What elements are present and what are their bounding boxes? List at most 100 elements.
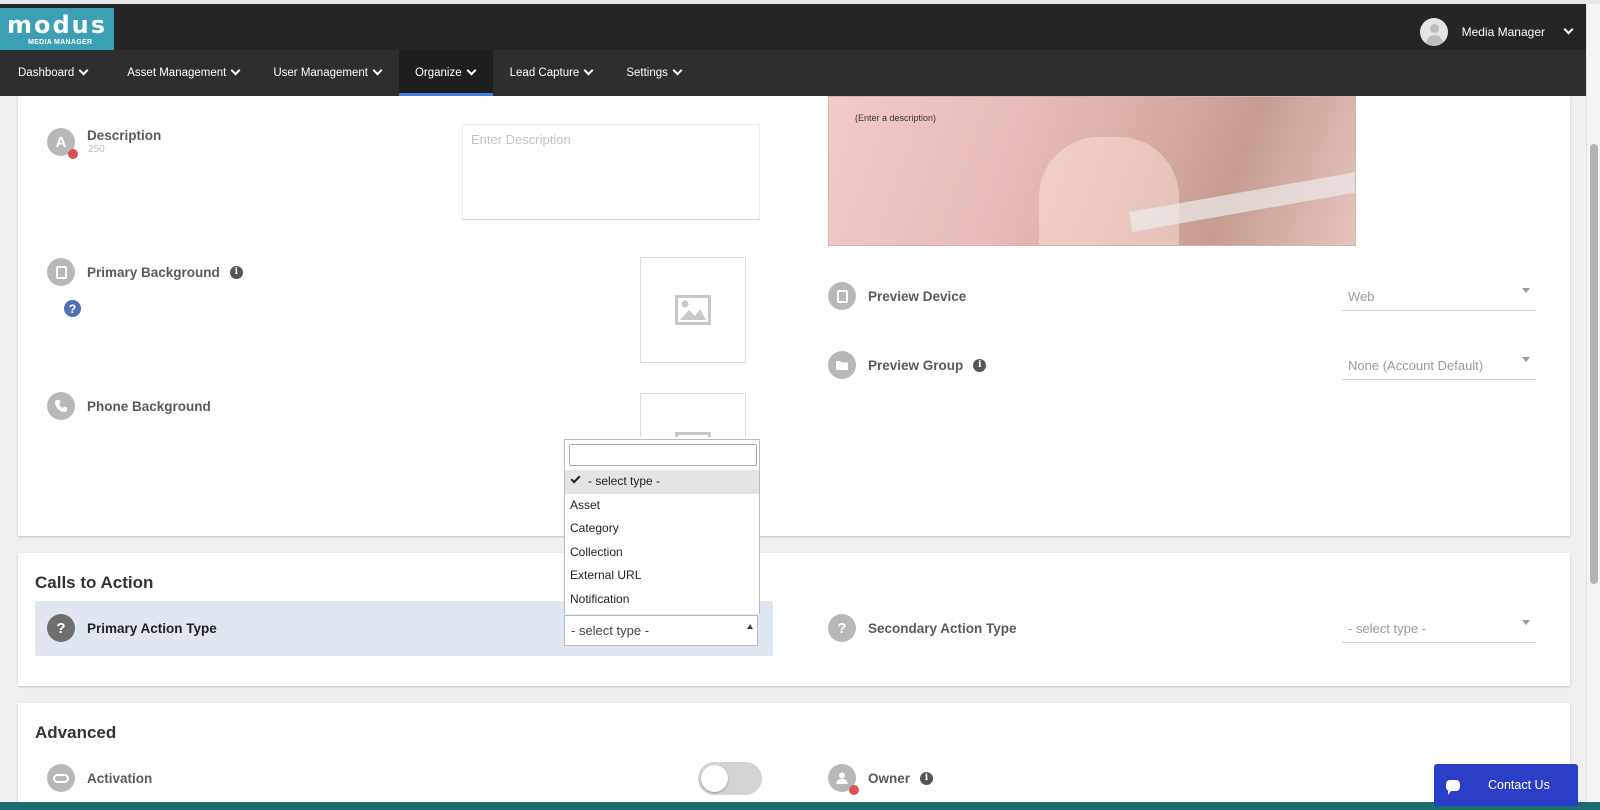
- nav-label: Organize: [414, 67, 462, 79]
- tablet-icon: [47, 258, 75, 286]
- info-icon[interactable]: i: [920, 771, 934, 785]
- phone-background-row: Phone Background: [47, 392, 211, 420]
- chevron-down-icon: [583, 65, 594, 75]
- preview-device-select[interactable]: Web: [1342, 283, 1536, 311]
- caret-up-icon: [747, 624, 753, 629]
- dropdown-option[interactable]: Collection: [565, 541, 759, 565]
- preview-group-label: Preview Group: [868, 357, 964, 373]
- option-label: - select type -: [588, 474, 661, 488]
- nav-dashboard[interactable]: Dashboard: [0, 50, 105, 96]
- phone-background-upload[interactable]: [640, 393, 746, 437]
- avatar-icon[interactable]: [1419, 18, 1448, 46]
- dropdown-option[interactable]: Category: [565, 517, 759, 541]
- phone-glyph: [55, 400, 67, 412]
- caret-down-icon: [1522, 357, 1530, 362]
- info-icon[interactable]: i: [229, 265, 243, 279]
- nav-organize[interactable]: Organize: [398, 50, 493, 96]
- chevron-down-icon: [372, 65, 383, 75]
- action-type-dropdown: - select type - Asset Category Collectio…: [564, 439, 760, 614]
- dropdown-search-input[interactable]: [569, 444, 757, 466]
- dropdown-option[interactable]: External URL: [565, 564, 759, 588]
- text-icon-letter: A: [55, 133, 67, 151]
- description-counter: 250: [88, 144, 105, 155]
- preview-photo-hands: [1039, 137, 1179, 245]
- toggle-icon: [47, 764, 75, 792]
- vertical-scrollbar[interactable]: [1586, 4, 1600, 804]
- main-nav: Dashboard Asset Management User Manageme…: [0, 50, 1586, 96]
- secondary-action-value: - select type -: [1348, 621, 1427, 636]
- owner-label: Owner: [868, 770, 911, 786]
- owner-row: Owner i: [828, 764, 934, 795]
- description-label: Description: [87, 127, 162, 143]
- nav-asset-management[interactable]: Asset Management: [105, 50, 257, 96]
- activation-row: Activation: [47, 764, 152, 792]
- chevron-down-icon: [230, 65, 241, 75]
- question-icon: ?: [47, 614, 75, 642]
- image-placeholder-icon: [675, 432, 711, 437]
- preview-group-row: Preview Group i: [828, 351, 987, 379]
- secondary-action-row: ? Secondary Action Type: [828, 614, 1017, 642]
- user-menu[interactable]: Media Manager: [1419, 18, 1574, 46]
- phone-background-label: Phone Background: [87, 398, 211, 414]
- activation-label: Activation: [87, 770, 153, 786]
- preview-group-select[interactable]: None (Account Default): [1342, 352, 1536, 380]
- preview-device-row: Preview Device: [828, 282, 966, 310]
- phone-icon: [47, 392, 75, 420]
- primary-action-row: ? Primary Action Type: [47, 614, 217, 642]
- nav-user-management[interactable]: User Management: [257, 50, 399, 96]
- tablet-icon: [828, 282, 856, 310]
- user-name[interactable]: Media Manager: [1462, 25, 1545, 39]
- dropdown-option[interactable]: - select type -: [565, 470, 759, 494]
- required-dot: [68, 149, 78, 159]
- logo-subtitle: MEDIA MANAGER: [28, 39, 93, 46]
- advanced-panel: Advanced Activation Owner i: [18, 703, 1570, 810]
- info-icon[interactable]: i: [973, 358, 987, 372]
- folder-icon: [828, 351, 856, 379]
- nav-label: Settings: [626, 67, 668, 79]
- toggle-knob: [701, 765, 728, 792]
- secondary-action-select[interactable]: - select type -: [1342, 615, 1536, 643]
- calls-to-action-panel: Calls to Action ? Primary Action Type - …: [18, 553, 1570, 686]
- check-icon: [570, 473, 581, 484]
- primary-background-label: Primary Background: [87, 264, 220, 280]
- image-placeholder-icon: [675, 295, 711, 325]
- description-textarea[interactable]: Enter Description: [462, 124, 760, 220]
- primary-action-value: - select type -: [571, 623, 650, 638]
- top-bar: modus MEDIA MANAGER Media Manager: [0, 0, 1600, 54]
- user-glyph: [836, 772, 848, 784]
- chevron-down-icon[interactable]: [1563, 24, 1574, 34]
- activation-toggle[interactable]: [698, 762, 762, 795]
- preview-image: (Enter a description): [828, 96, 1356, 246]
- help-icon[interactable]: ?: [64, 300, 81, 317]
- preview-group-value: None (Account Default): [1348, 358, 1484, 373]
- nav-settings[interactable]: Settings: [610, 50, 699, 96]
- primary-background-upload[interactable]: [640, 257, 746, 363]
- details-panel: (Enter a description) A Description 250 …: [18, 96, 1570, 536]
- scrollbar-thumb[interactable]: [1590, 144, 1598, 584]
- dropdown-option[interactable]: Asset: [565, 494, 759, 518]
- nav-label: User Management: [273, 67, 368, 79]
- user-icon: [828, 764, 859, 795]
- primary-action-label: Primary Action Type: [87, 620, 217, 636]
- chat-icon: [1446, 779, 1460, 795]
- nav-label: Asset Management: [127, 67, 227, 79]
- tablet-shape: [836, 289, 848, 303]
- chevron-down-icon: [672, 65, 683, 75]
- caret-down-icon: [1522, 620, 1530, 625]
- question-icon: ?: [828, 614, 856, 642]
- caret-down-icon: [1522, 288, 1530, 293]
- logo-text: modus: [6, 11, 108, 39]
- preview-hint: (Enter a description): [855, 113, 937, 123]
- advanced-title: Advanced: [35, 723, 117, 742]
- primary-action-select[interactable]: - select type -: [564, 615, 758, 646]
- bottom-strip: [0, 802, 1600, 810]
- nav-lead-capture[interactable]: Lead Capture: [493, 50, 611, 96]
- chevron-down-icon: [466, 65, 477, 75]
- tablet-shape: [55, 265, 67, 279]
- contact-us-button[interactable]: Contact Us: [1434, 764, 1578, 806]
- preview-device-value: Web: [1348, 289, 1375, 304]
- required-dot: [849, 785, 859, 795]
- app-logo[interactable]: modus MEDIA MANAGER: [0, 8, 114, 54]
- text-icon: A: [47, 128, 78, 159]
- dropdown-option[interactable]: Notification: [565, 588, 759, 612]
